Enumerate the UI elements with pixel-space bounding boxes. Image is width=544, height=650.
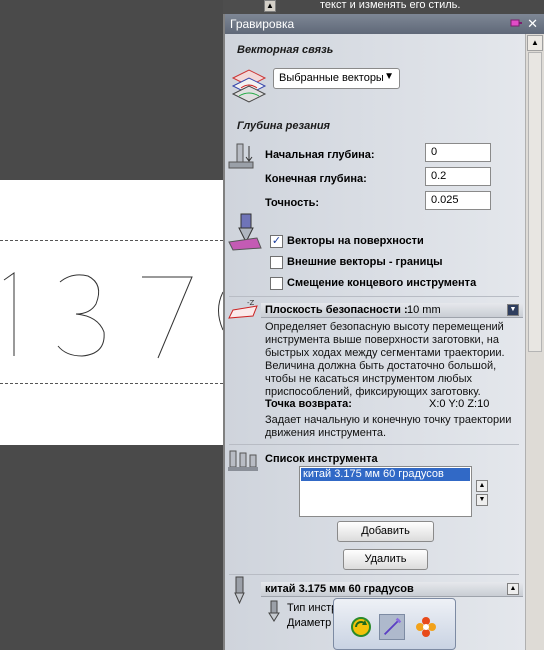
scrollbar-thumb[interactable] (528, 52, 542, 352)
tool-list-title: Список инструмента (265, 453, 378, 465)
vector-selection-dropdown[interactable]: Выбранные векторы ▼ (273, 68, 400, 89)
panel-content: Векторная связь Выбранные векторы ▼ Глуб… (225, 34, 525, 650)
surface-vectors-checkbox[interactable]: ✓ (270, 235, 283, 248)
safe-z-value[interactable]: 10 mm (407, 304, 441, 316)
home-position-label: Точка возврата: (265, 398, 352, 410)
v-bit-tool-icon (234, 576, 245, 604)
end-depth-input[interactable]: 0.2 (425, 167, 491, 186)
boundary-vectors-checkbox[interactable] (270, 256, 283, 269)
safe-z-icon: -Z (228, 299, 258, 319)
safe-z-title: Плоскость безопасности : (265, 304, 408, 316)
digit-7-vector (142, 276, 193, 359)
add-tool-button[interactable]: Добавить (337, 521, 434, 542)
tool-offset-label: Смещение концевого инструмента (287, 277, 477, 289)
material-sheet[interactable] (0, 180, 223, 445)
tool-list-item[interactable]: китай 3.175 мм 60 градусов (301, 468, 470, 481)
engraving-panel: Гравировка ✕ Векторная связь Выбранные в… (223, 14, 544, 650)
move-tool-up-arrow[interactable]: ▲ (476, 480, 488, 492)
vector-layers-icon (231, 69, 267, 103)
collapse-arrow-icon[interactable]: ▼ (507, 304, 519, 316)
tool-detail-header[interactable]: китай 3.175 мм 60 градусов ▲ (261, 582, 523, 597)
start-depth-label: Начальная глубина: (265, 149, 375, 161)
cut-depth-icon (228, 143, 254, 169)
move-tool-down-arrow[interactable]: ▼ (476, 494, 488, 506)
help-text: текст и изменять его стиль. (320, 0, 461, 11)
digit-3-vector (57, 274, 105, 357)
pin-icon[interactable] (510, 18, 522, 28)
end-depth-label: Конечная глубина: (265, 173, 367, 185)
help-text-strip: текст и изменять его стиль. (280, 0, 544, 14)
vector-selection-value: Выбранные векторы (279, 72, 384, 84)
svg-text:-Z: -Z (247, 299, 255, 307)
tool-listbox[interactable]: китай 3.175 мм 60 градусов (299, 466, 472, 517)
tool-diameter-label: Диаметр (287, 617, 332, 629)
start-depth-input[interactable]: 0 (425, 143, 491, 162)
help-scroll-up-arrow[interactable]: ▲ (264, 0, 276, 12)
tool-list-icon (228, 450, 258, 471)
home-position-value[interactable]: X:0 Y:0 Z:10 (429, 398, 489, 410)
section-divider (229, 296, 519, 297)
panel-title: Гравировка (230, 17, 295, 31)
section-divider (229, 444, 519, 445)
tolerance-label: Точность: (265, 197, 320, 209)
chevron-down-icon: ▼ (384, 71, 394, 82)
panel-scrollbar[interactable]: ▲ (525, 34, 544, 650)
boundary-vectors-label: Внешние векторы - границы (287, 256, 443, 268)
digit-1-vector (3, 272, 15, 356)
home-position-description: Задает начальную и конечную точку траект… (265, 414, 512, 439)
delete-tool-button[interactable]: Удалить (343, 549, 428, 570)
depth-section-title: Глубина резания (237, 120, 331, 132)
settings-flower-icon[interactable] (414, 615, 438, 639)
vector-section-title: Векторная связь (237, 44, 334, 56)
surface-vectors-label: Векторы на поверхности (287, 235, 424, 247)
section-divider (229, 574, 519, 575)
safe-z-description: Определяет безопасную высоту перемещений… (265, 321, 505, 398)
edit-vector-icon[interactable] (379, 614, 405, 640)
floating-toolbar (333, 598, 456, 650)
close-icon[interactable]: ✕ (527, 14, 538, 34)
refresh-icon[interactable] (349, 615, 373, 639)
collapse-up-arrow-icon[interactable]: ▲ (507, 583, 519, 595)
drawing-canvas[interactable] (0, 0, 223, 650)
tool-offset-checkbox[interactable] (270, 277, 283, 290)
scroll-up-arrow[interactable]: ▲ (527, 35, 543, 51)
tool-detail-title: китай 3.175 мм 60 градусов (265, 583, 414, 595)
panel-title-bar[interactable]: Гравировка ✕ (225, 14, 544, 34)
tolerance-input[interactable]: 0.025 (425, 191, 491, 210)
v-bit-small-icon (268, 600, 280, 622)
engraved-text-vectors[interactable] (0, 180, 223, 445)
safe-z-header[interactable]: Плоскость безопасности : 10 mm ▼ (261, 303, 523, 318)
tool-projection-icon (228, 213, 262, 251)
